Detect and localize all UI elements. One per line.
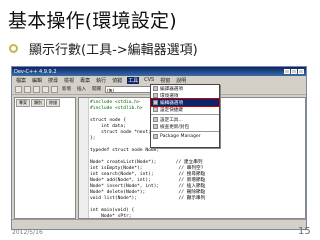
open-file-icon[interactable] [24,85,31,93]
bullet-item: 顯示行數(工具->編輯器選項) [9,39,198,58]
project-tabs: 專案 類別 除錯 [15,98,75,108]
close-button[interactable] [298,69,304,74]
menu-separator [151,131,219,132]
tools-menu-item-label: Package Manager [160,134,201,139]
menu-item-icon [153,93,158,98]
tools-menu-item[interactable]: 設定工具... [151,116,219,123]
menu-item[interactable]: CVS [143,77,155,83]
new-file-icon[interactable] [15,85,22,93]
project-tab[interactable]: 除錯 [46,99,60,107]
menu-item-icon [153,124,158,129]
toggle-label[interactable]: 開關 [92,86,101,92]
menu-item[interactable]: 搜尋 [47,77,59,84]
menu-bar: 檔案 編輯 搜尋 檢視 專案 執行 偵錯 工具 CVS 視窗 說明 [12,76,306,84]
new-label[interactable]: 新增 [62,86,71,92]
menu-item[interactable]: 工具 [127,76,140,84]
page-number: 15 [298,226,311,237]
tools-menu-item-label: 設定快捷鍵 [160,107,183,113]
line-number-gutter [79,98,89,218]
save-icon[interactable] [33,85,40,93]
menu-item-icon [153,86,158,91]
tools-menu-item[interactable]: 編譯器選項 [151,85,219,92]
menu-item-icon [153,117,158,122]
tools-dropdown-menu: 編譯器選項 環境選項 編輯器選項 設定快捷鍵設定工具... 檢查更新/封包 Package… [150,84,220,148]
window-controls [284,69,304,74]
menu-separator [151,114,219,115]
slide-title: 基本操作(環境設定) [8,10,177,32]
project-tab[interactable]: 類別 [31,99,45,107]
maximize-button[interactable] [291,69,297,74]
slide-date: 2012/5/16 [12,229,43,236]
tools-menu-item-label: 設定工具... [160,117,183,123]
compile-icon[interactable] [42,85,49,93]
tools-menu-item-label: 檢查更新/封包 [160,124,190,130]
window-titlebar: Dev-C++ 4.9.9.2 [12,67,306,76]
menu-item[interactable]: 編輯 [31,77,43,84]
status-bar [12,219,306,229]
menu-item[interactable]: 檢視 [63,77,75,84]
menu-item[interactable]: 偵錯 [111,77,123,84]
project-tab[interactable]: 專案 [16,99,30,107]
project-pane: 專案 類別 除錯 [14,97,76,219]
bullet-text: 顯示行數(工具->編輯器選項) [29,43,198,58]
tools-menu-item-label: 編輯器選項 [160,100,183,106]
bullet-circle-icon [9,44,18,53]
menu-item[interactable]: 視窗 [159,77,171,84]
code-line: void list(Node*); // 顯示串列 [90,196,206,201]
menu-item[interactable]: 專案 [79,77,91,84]
tools-menu-item[interactable]: 檢查更新/封包 [151,123,219,130]
tools-menu-item[interactable]: 編輯器選項 [150,98,220,107]
minimize-button[interactable] [284,69,290,74]
tools-menu-item[interactable]: 設定快捷鍵 [151,106,219,113]
menu-item-icon [153,134,158,139]
tools-menu-item[interactable]: 環境選項 [151,92,219,99]
tools-menu-item-label: 編譯器選項 [160,86,183,92]
window-title: Dev-C++ 4.9.9.2 [14,68,57,75]
project-select[interactable]: (無) [105,85,155,93]
menu-item[interactable]: 執行 [95,77,107,84]
run-icon[interactable] [51,85,58,93]
menu-item[interactable]: 檔案 [15,77,27,84]
menu-item-icon [153,107,158,112]
menu-item[interactable]: 說明 [175,77,187,84]
ide-screenshot: Dev-C++ 4.9.9.2 檔案 編輯 搜尋 檢視 專案 執行 偵錯 工具 CVS 視窗 說明 … [11,66,307,230]
insert-label[interactable]: 插入 [77,86,86,92]
tools-menu-item-label: 環境選項 [160,93,179,99]
tools-menu-item[interactable]: Package Manager [151,133,219,140]
menu-item-icon [153,100,158,105]
